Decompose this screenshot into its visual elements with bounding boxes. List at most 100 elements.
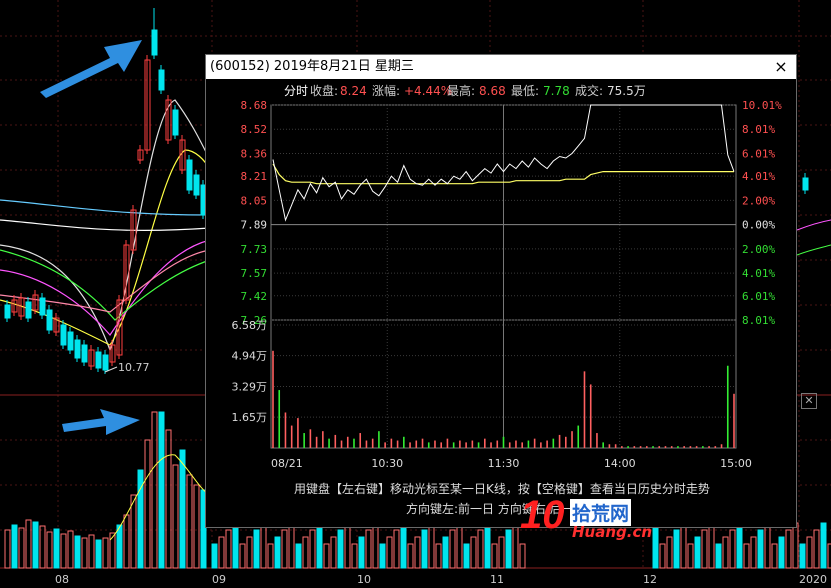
bg-volume-bar [701, 529, 708, 569]
bg-candle [102, 354, 109, 371]
price-tick-label: 8.05 [241, 194, 268, 207]
bg-volume-bar [53, 528, 60, 569]
bg-volume-bar [4, 529, 11, 569]
bg-volume-bar [659, 543, 666, 569]
bg-volume-bar [757, 529, 764, 569]
bg-volume-bar [386, 536, 393, 569]
bg-volume-bar [736, 522, 743, 569]
bg-ma-line [0, 219, 211, 231]
volume-tick-label: 1.65万 [232, 411, 268, 424]
bg-volume-bar [172, 464, 179, 569]
volume-tick-label: 3.29万 [232, 381, 268, 394]
bg-volume-bar [323, 543, 330, 569]
time-tick-label: 14:00 [604, 457, 636, 470]
bg-volume-bar [302, 536, 309, 569]
bg-volume-bar [771, 543, 778, 569]
bg-volume-bar [463, 543, 470, 569]
percent-tick-label: 2.00% [742, 194, 775, 207]
bg-volume-bar [813, 529, 820, 569]
side-panel-close-icon[interactable]: ✕ [801, 393, 817, 409]
bg-candle [25, 301, 32, 319]
bg-volume-bar [211, 543, 218, 569]
bg-volume-bar [652, 522, 659, 569]
bg-volume-bar [673, 529, 680, 569]
bg-volume-bar [715, 543, 722, 569]
percent-tick-label: 10.01% [742, 99, 782, 112]
bg-volume-bar [806, 536, 813, 569]
blue-arrow-icon [40, 40, 142, 98]
volume-tick-label: 4.94万 [232, 350, 268, 363]
bg-volume-bar [694, 536, 701, 569]
bg-volume-bar [81, 537, 88, 569]
bg-volume-bar [400, 522, 407, 569]
bg-volume-bar [414, 536, 421, 569]
bg-ma-line [796, 219, 831, 231]
bg-volume-bar [393, 529, 400, 569]
bg-volume-bar [491, 543, 498, 569]
keyboard-hint-line1: 用键盘【左右键】移动光标至某一日K线，按【空格键】查看当日历史分时走势 [294, 482, 710, 496]
percent-tick-label: 4.01% [742, 267, 775, 280]
bg-volume-bar [74, 535, 81, 569]
time-tick-label: 15:00 [720, 457, 752, 470]
bg-volume-bar [18, 527, 25, 569]
bg-volume-bar [67, 530, 74, 569]
bg-volume-bar [442, 536, 449, 569]
intraday-chart[interactable]: 8.68 10.01% 8.52 8.01% 8.36 6.01% 8.21 4.01% 8.0… [206, 55, 796, 527]
price-tick-label: 7.89 [241, 219, 268, 232]
bg-ma-line [796, 244, 831, 256]
bg-volume-bar [470, 536, 477, 569]
bg-volume-bar [743, 543, 750, 569]
bg-volume-bar [750, 536, 757, 569]
bg-volume-bar [449, 529, 456, 569]
low-price-marker: 10.77 [118, 361, 150, 374]
bg-candle [172, 109, 179, 136]
time-tick-label: 11:30 [488, 457, 520, 470]
price-tick-label: 7.73 [241, 243, 268, 256]
bg-ma-line [0, 239, 211, 336]
percent-tick-label: 0.00% [742, 219, 775, 232]
bg-volume-bar [274, 536, 281, 569]
bg-volume-bar [95, 539, 102, 569]
bg-volume-bar [484, 522, 491, 569]
percent-tick-label: 8.01% [742, 314, 775, 327]
bg-volume-bar [666, 536, 673, 569]
bg-volume-bar [435, 543, 442, 569]
bg-volume-bar [158, 411, 165, 569]
watermark-text-en: Huang.cn [572, 523, 653, 541]
percent-tick-label: 4.01% [742, 170, 775, 183]
percent-tick-label: 2.00% [742, 243, 775, 256]
bg-volume-bar [144, 439, 151, 569]
bg-volume-bar [109, 532, 116, 569]
price-tick-label: 8.52 [241, 123, 268, 136]
bg-volume-bar [218, 536, 225, 569]
percent-tick-label: 6.01% [742, 147, 775, 160]
bg-volume-bar [421, 529, 428, 569]
month-label-09: 09 [212, 573, 226, 586]
bg-volume-bar [281, 529, 288, 569]
bg-candle [158, 69, 165, 91]
bg-volume-bar [246, 536, 253, 569]
bg-candle [60, 324, 67, 346]
volume-tick-label: 6.58万 [232, 319, 268, 332]
bg-volume-bar [253, 529, 260, 569]
bg-volume-bar [687, 543, 694, 569]
bg-ma-line [0, 199, 211, 216]
bg-volume-bar [722, 536, 729, 569]
bg-candle [186, 159, 193, 191]
bg-volume-bar [365, 529, 372, 569]
bg-volume-bar [11, 524, 18, 569]
bg-volume-bar [505, 529, 512, 569]
bg-candle [95, 351, 102, 369]
bg-volume-bar [330, 536, 337, 569]
bg-volume-bar [179, 449, 186, 569]
bg-volume-bar [729, 529, 736, 569]
bg-candle [4, 304, 11, 319]
bg-volume-bar [225, 529, 232, 569]
bg-volume-bar [88, 534, 95, 569]
bg-candle [802, 177, 809, 191]
bg-volume-bar [337, 529, 344, 569]
time-tick-label: 10:30 [371, 457, 403, 470]
bg-volume-bar [309, 529, 316, 569]
bg-volume-bar [239, 543, 246, 569]
bg-volume-bar [316, 522, 323, 569]
